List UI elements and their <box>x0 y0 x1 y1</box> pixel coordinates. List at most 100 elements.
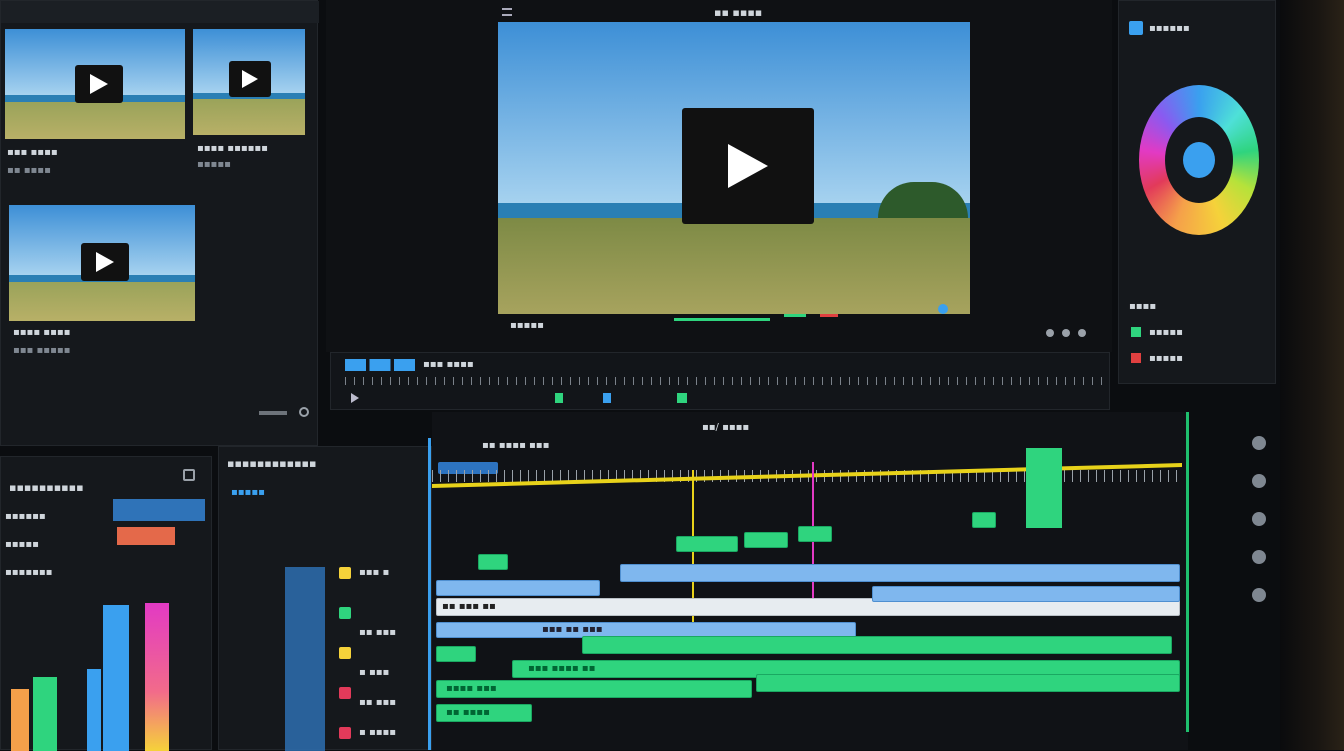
camera-icon[interactable] <box>677 393 687 403</box>
track-color-swatch[interactable] <box>339 647 351 659</box>
meter-bar-orange <box>11 689 29 751</box>
timeline-clip[interactable] <box>872 586 1180 602</box>
video-preview[interactable] <box>498 22 970 314</box>
track-blue-column <box>285 567 325 751</box>
scroll-dot[interactable] <box>1252 512 1266 526</box>
color-panel-title: ▪▪▪▪▪▪ <box>1149 23 1190 34</box>
playback-icon-row <box>341 393 1101 405</box>
track-headers-panel: ▪▪▪▪▪▪▪▪▪▪▪▪ ▪▪▪▪▪ ▪▪▪ ▪ ▪▪ ▪▪▪ ▪ ▪▪▪ ▪▪… <box>218 446 432 751</box>
clip-text: ▪▪ ▪▪▪▪ <box>446 707 490 718</box>
color-row[interactable]: ▪▪▪▪ <box>1129 301 1156 312</box>
play-button-icon[interactable] <box>351 393 359 403</box>
color-wheel[interactable] <box>1139 85 1259 235</box>
playback-progress <box>674 318 770 321</box>
clip-text: ▪▪▪ ▪▪ ▪▪▪ <box>542 624 603 635</box>
tall-green-clip[interactable] <box>1026 448 1062 528</box>
viewer-timecode: ▪▪▪▪▪ <box>510 320 544 331</box>
meter-bar-blue-low <box>87 669 101 751</box>
timeline-header: ▪▪ ▪▪▪▪ ▪▪▪ <box>482 440 550 451</box>
effects-row[interactable]: ▪▪▪▪▪▪▪ <box>5 567 52 578</box>
timeline-clip[interactable] <box>620 564 1180 582</box>
media-bin-panel: ▪▪▪ ▪▪▪▪ ▪▪ ▪▪▪▪ ▪▪▪▪ ▪▪▪▪▪▪ ▪▪▪▪▪ ▪▪▪▪ … <box>0 0 319 446</box>
clip-text: ▪▪ ▪▪▪ ▪▪ <box>442 601 496 612</box>
project-title: ▪▪▪▪▪▪▪▪▪▪▪▪ <box>227 457 317 470</box>
viewer-menu-icon[interactable] <box>502 8 512 16</box>
dot-icon[interactable] <box>1062 329 1071 337</box>
monitor-bezel <box>1280 0 1344 750</box>
timeline-clip[interactable] <box>676 536 738 552</box>
play-icon[interactable] <box>682 108 814 224</box>
timeline-clip[interactable] <box>972 512 996 528</box>
timeline-left-edge <box>428 438 431 750</box>
right-controls-column <box>1246 430 1272 730</box>
in-marker <box>784 314 806 317</box>
dot-icon[interactable] <box>1078 329 1087 337</box>
dot-icon[interactable] <box>1046 329 1054 337</box>
program-viewer-panel: ▪▪ ▪▪▪▪ ▪▪▪▪▪ <box>326 0 1112 352</box>
track-label: ▪▪▪ ▪ <box>359 567 390 578</box>
scroll-dot[interactable] <box>1252 588 1266 602</box>
media-clip-thumbnail-2[interactable] <box>193 29 305 135</box>
meter-bar-green <box>33 677 57 751</box>
clip-meta: ▪▪▪▪▪ <box>197 159 231 170</box>
timeline-clip[interactable] <box>798 526 832 542</box>
mark-in-icon[interactable] <box>555 393 563 403</box>
timeline-clip[interactable] <box>436 646 476 662</box>
effects-panel: ▪▪▪▪▪▪▪▪▪▪ ▪▪▪▪▪▪ ▪▪▪▪▪ ▪▪▪▪▪▪▪ <box>0 456 212 751</box>
track-label: ▪ ▪▪▪ <box>359 667 390 678</box>
play-icon <box>229 61 271 97</box>
clip-caption: ▪▪▪▪ ▪▪▪▪▪▪ <box>197 143 268 154</box>
clip-text: ▪▪▪ ▪▪▪▪ ▪▪ <box>528 663 596 674</box>
track-color-swatch[interactable] <box>339 727 351 739</box>
scroll-dot[interactable] <box>1252 550 1266 564</box>
red-indicator <box>1131 353 1141 363</box>
zoom-slider[interactable] <box>259 411 287 415</box>
audio-meter-chart <box>11 603 169 751</box>
clip-meta: ▪▪ ▪▪▪▪ <box>7 165 51 176</box>
color-row[interactable]: ▪▪▪▪▪ <box>1149 353 1183 364</box>
play-icon <box>81 243 129 281</box>
timeline-clip[interactable] <box>756 674 1180 692</box>
settings-icon[interactable] <box>299 407 309 417</box>
media-bin-header <box>1 1 319 23</box>
track-color-swatch[interactable] <box>339 567 351 579</box>
clip-caption: ▪▪▪▪ ▪▪▪▪ <box>13 327 71 338</box>
timeline-clip[interactable] <box>436 580 600 596</box>
out-marker <box>820 314 838 317</box>
track-color-swatch[interactable] <box>339 687 351 699</box>
color-picker-dot[interactable] <box>1183 142 1215 178</box>
project-subtitle: ▪▪▪▪▪ <box>231 487 265 498</box>
color-row[interactable]: ▪▪▪▪▪ <box>1149 327 1183 338</box>
track-header-list: ▪▪▪ ▪ ▪▪ ▪▪▪ ▪ ▪▪▪ ▪▪ ▪▪▪ ▪ ▪▪▪▪ <box>339 567 429 751</box>
color-panel: ▪▪▪▪▪▪ ▪▪▪▪ ▪▪▪▪▪ ▪▪▪▪▪ <box>1118 0 1276 384</box>
clip-text: ▪▪▪▪ ▪▪▪ <box>446 683 497 694</box>
media-clip-thumbnail-3[interactable] <box>9 205 195 321</box>
loop-icon[interactable] <box>938 304 948 314</box>
scroll-dot[interactable] <box>1252 436 1266 450</box>
meter-bar-blue <box>103 605 129 751</box>
track-label: ▪▪ ▪▪▪ <box>359 627 397 638</box>
effects-title: ▪▪▪▪▪▪▪▪▪▪ <box>9 481 84 494</box>
media-clip-thumbnail-1[interactable] <box>5 29 185 139</box>
effect-orange-button[interactable] <box>117 527 175 545</box>
timeline-clip[interactable] <box>744 532 788 548</box>
timeline-right-edge <box>1186 412 1189 732</box>
green-indicator <box>1131 327 1141 337</box>
timeline-clip[interactable] <box>478 554 508 570</box>
effects-menu-icon[interactable] <box>183 469 195 481</box>
effects-row[interactable]: ▪▪▪▪▪▪ <box>5 511 46 522</box>
viewer-title: ▪▪ ▪▪▪▪ <box>714 6 763 19</box>
timeline-clip[interactable] <box>582 636 1172 654</box>
timeline-panel: ▪▪ ▪▪▪▪ ▪▪▪ ▪▪/ ▪▪▪▪ ▪▪ ▪▪▪ ▪▪ ▪▪▪ ▪▪ ▪▪… <box>428 412 1189 750</box>
mark-out-icon[interactable] <box>603 393 611 403</box>
mode-buttons[interactable] <box>345 359 415 371</box>
effects-row[interactable]: ▪▪▪▪▪ <box>5 539 39 550</box>
scroll-dot[interactable] <box>1252 474 1266 488</box>
ruler-label: ▪▪▪ ▪▪▪▪ <box>423 359 474 370</box>
track-color-swatch[interactable] <box>339 607 351 619</box>
clip-caption: ▪▪▪ ▪▪▪▪ <box>7 147 58 158</box>
viewer-ruler[interactable] <box>345 377 1105 385</box>
track-label: ▪ ▪▪▪▪ <box>359 727 397 738</box>
play-icon <box>75 65 123 103</box>
effect-blue-button[interactable] <box>113 499 205 521</box>
